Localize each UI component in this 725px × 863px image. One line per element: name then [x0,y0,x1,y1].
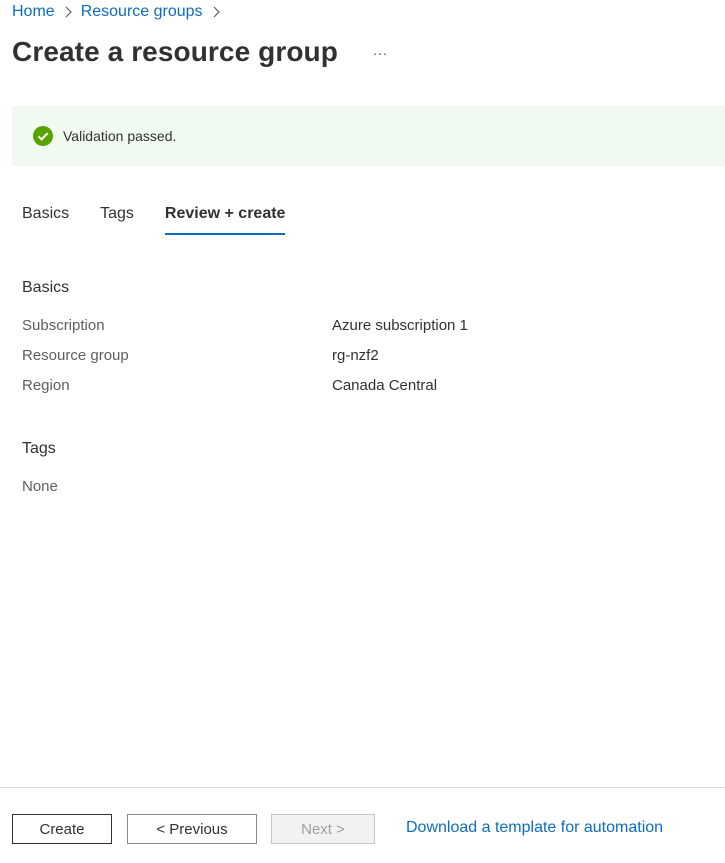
tags-value: None [22,478,58,495]
basics-section-title: Basics [22,279,70,296]
row-value: Azure subscription 1 [332,317,468,334]
check-circle-icon [33,126,53,146]
summary-row-subscription: Subscription Azure subscription 1 [22,317,468,334]
chevron-right-icon [64,6,72,18]
breadcrumb: Home Resource groups [12,3,229,21]
page-title: Create a resource group [12,36,338,67]
chevron-right-icon [212,6,220,18]
validation-message: Validation passed. [63,128,177,144]
previous-button[interactable]: < Previous [127,814,257,844]
validation-banner: Validation passed. [12,106,725,166]
create-resource-group-page: Home Resource groups Create a resource g… [0,0,725,863]
summary-row-region: Region Canada Central [22,377,437,394]
tab-review-create[interactable]: Review + create [164,205,285,235]
summary-row-resource-group: Resource group rg-nzf2 [22,347,379,364]
row-value: rg-nzf2 [332,347,379,364]
tab-bar: Basics Tags Review + create [22,205,316,235]
row-value: Canada Central [332,377,438,394]
tags-section-title: Tags [22,440,56,457]
download-template-link[interactable]: Download a template for automation [406,819,663,837]
create-button[interactable]: Create [12,814,112,844]
tab-tags[interactable]: Tags [100,205,134,235]
row-label: Subscription [22,317,105,334]
tab-basics[interactable]: Basics [22,205,69,235]
row-label: Region [22,377,70,394]
next-button[interactable]: Next > [271,814,375,844]
ellipsis-icon[interactable]: ··· [368,41,392,65]
row-label: Resource group [22,347,129,364]
breadcrumb-home-link[interactable]: Home [12,3,55,21]
title-row: Create a resource group ··· [12,36,392,68]
breadcrumb-resource-groups-link[interactable]: Resource groups [81,3,203,21]
footer-divider [0,787,725,788]
